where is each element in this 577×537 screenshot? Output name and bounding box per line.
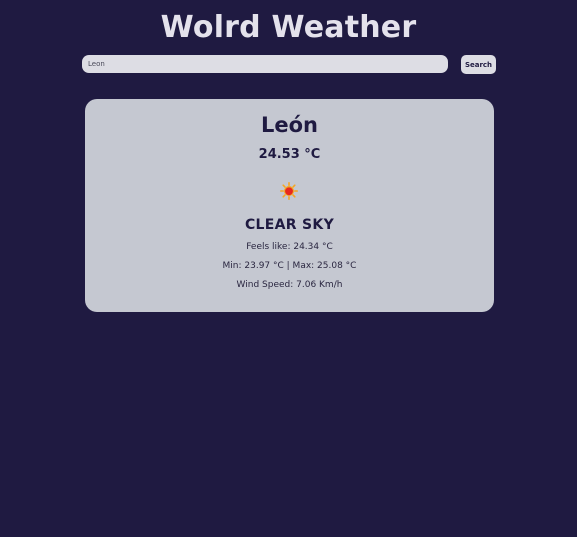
search-button[interactable]: Search xyxy=(461,55,496,74)
weather-card: León 24.53 °C CLEAR SKY Feels like: 24.3… xyxy=(85,99,494,312)
city-name: León xyxy=(260,113,318,137)
min-max-temperature: Min: 23.97 °C | Max: 25.08 °C xyxy=(222,261,357,271)
search-input[interactable] xyxy=(82,55,448,73)
sun-icon xyxy=(280,182,298,200)
app-root: Wolrd Weather Search León 24.53 °C CLEAR… xyxy=(0,0,577,537)
feels-like: Feels like: 24.34 °C xyxy=(246,242,333,252)
weather-description: CLEAR SKY xyxy=(244,217,335,233)
temperature: 24.53 °C xyxy=(258,147,321,162)
page-title: Wolrd Weather xyxy=(160,10,417,45)
wind-speed: Wind Speed: 7.06 Km/h xyxy=(236,280,343,290)
search-bar: Search xyxy=(82,55,496,74)
